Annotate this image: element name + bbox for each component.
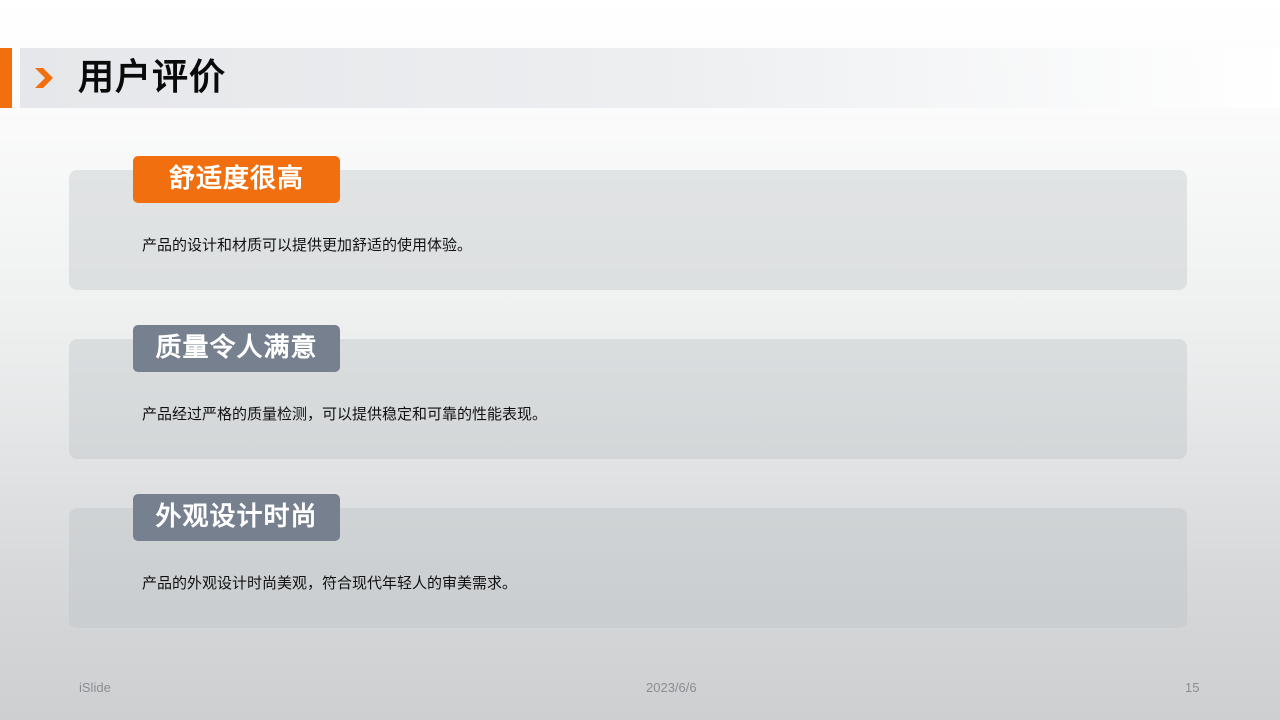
review-text-comfort: 产品的设计和材质可以提供更加舒适的使用体验。 — [142, 236, 473, 254]
review-text-design: 产品的外观设计时尚美观，符合现代年轻人的审美需求。 — [142, 574, 518, 592]
footer-date: 2023/6/6 — [646, 680, 697, 695]
footer-brand: iSlide — [79, 680, 111, 695]
footer-page-number: 15 — [1185, 680, 1200, 695]
review-tag-quality: 质量令人满意 — [133, 325, 340, 372]
review-text-quality: 产品经过严格的质量检测，可以提供稳定和可靠的性能表现。 — [142, 405, 548, 423]
title-accent-bar — [0, 48, 12, 108]
review-tag-comfort: 舒适度很高 — [133, 156, 340, 203]
review-tag-design: 外观设计时尚 — [133, 494, 340, 541]
chevron-right-icon — [35, 68, 53, 88]
title-bar: 用户评价 — [0, 48, 1280, 108]
page-title: 用户评价 — [78, 57, 227, 98]
